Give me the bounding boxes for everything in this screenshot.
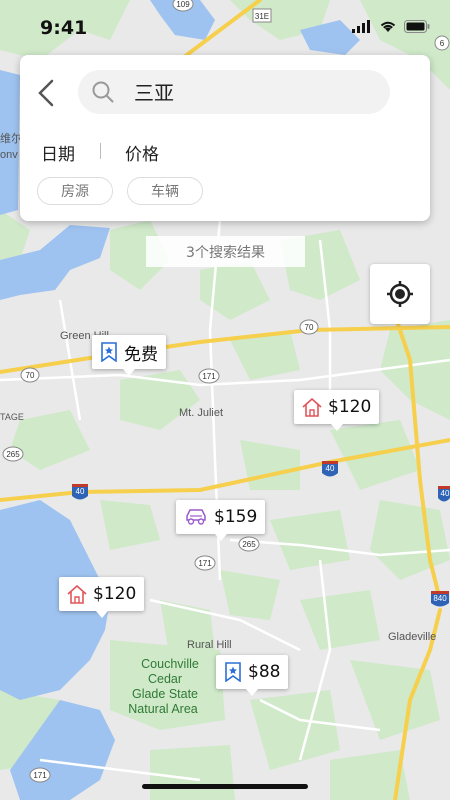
signal-icon [352, 20, 370, 33]
results-count: 3个搜索结果 [146, 236, 305, 267]
pin-house-1-label: $120 [328, 397, 372, 417]
locate-button[interactable] [370, 264, 430, 324]
pin-house-2[interactable]: $120 [59, 577, 145, 618]
route-171c: 171 [33, 771, 47, 780]
route-171b: 171 [198, 559, 212, 568]
pin-car[interactable]: $159 [176, 500, 266, 541]
route-171a: 171 [202, 372, 216, 381]
wifi-icon [380, 21, 396, 32]
map-label-couchville: Couchville [141, 657, 199, 671]
route-40b: 40 [326, 464, 335, 473]
filter-date[interactable]: 日期 [41, 140, 75, 165]
search-card: 日期 价格 房源 车辆 [20, 55, 430, 221]
route-40a: 40 [76, 487, 85, 496]
filter-divider [100, 143, 101, 159]
house-icon [302, 397, 322, 417]
home-indicator[interactable] [142, 784, 308, 789]
route-70b: 70 [305, 323, 314, 332]
pin-free[interactable]: 免费 [92, 335, 166, 376]
pin-free-label: 免费 [124, 344, 158, 365]
pin-car-label: $159 [214, 507, 258, 527]
search-icon [92, 81, 114, 103]
back-chevron-icon[interactable] [34, 79, 58, 107]
crosshair-icon [387, 281, 413, 307]
map-label-edge1: 维尔 [0, 132, 22, 145]
map-label-tage: TAGE [0, 412, 24, 422]
car-icon [186, 509, 206, 525]
map-label-gladeville: Gladeville [388, 631, 436, 643]
route-840: 840 [433, 594, 447, 603]
pin-house-2-label: $120 [93, 584, 137, 604]
route-265b: 265 [242, 540, 256, 549]
map-label-cedar: Cedar [148, 672, 182, 686]
battery-icon [404, 20, 430, 33]
status-bar: 9:41 [0, 0, 450, 56]
map-label-rural-hill: Rural Hill [187, 639, 232, 651]
chip-listings[interactable]: 房源 [37, 177, 113, 205]
bookmark-star-icon [101, 342, 117, 362]
route-70a: 70 [26, 371, 35, 380]
status-time: 9:41 [40, 17, 88, 39]
pin-bookmark-2[interactable]: $88 [216, 655, 289, 696]
route-40c: 40 [441, 489, 450, 498]
map-label-natural-area: Natural Area [128, 702, 198, 716]
map-label-glade-state: Glade State [132, 687, 198, 701]
filter-price[interactable]: 价格 [125, 140, 159, 165]
chip-vehicles[interactable]: 车辆 [127, 177, 203, 205]
search-bar[interactable] [78, 70, 390, 114]
search-input[interactable] [134, 76, 364, 106]
map-label-mt-juliet: Mt. Juliet [179, 407, 223, 419]
bookmark-star-icon [225, 662, 241, 682]
route-265a: 265 [6, 450, 20, 459]
pin-house-1[interactable]: $120 [294, 390, 380, 431]
house-icon [67, 584, 87, 604]
map-label-edge2: onv [0, 149, 18, 161]
pin-bookmark-2-label: $88 [248, 662, 281, 682]
